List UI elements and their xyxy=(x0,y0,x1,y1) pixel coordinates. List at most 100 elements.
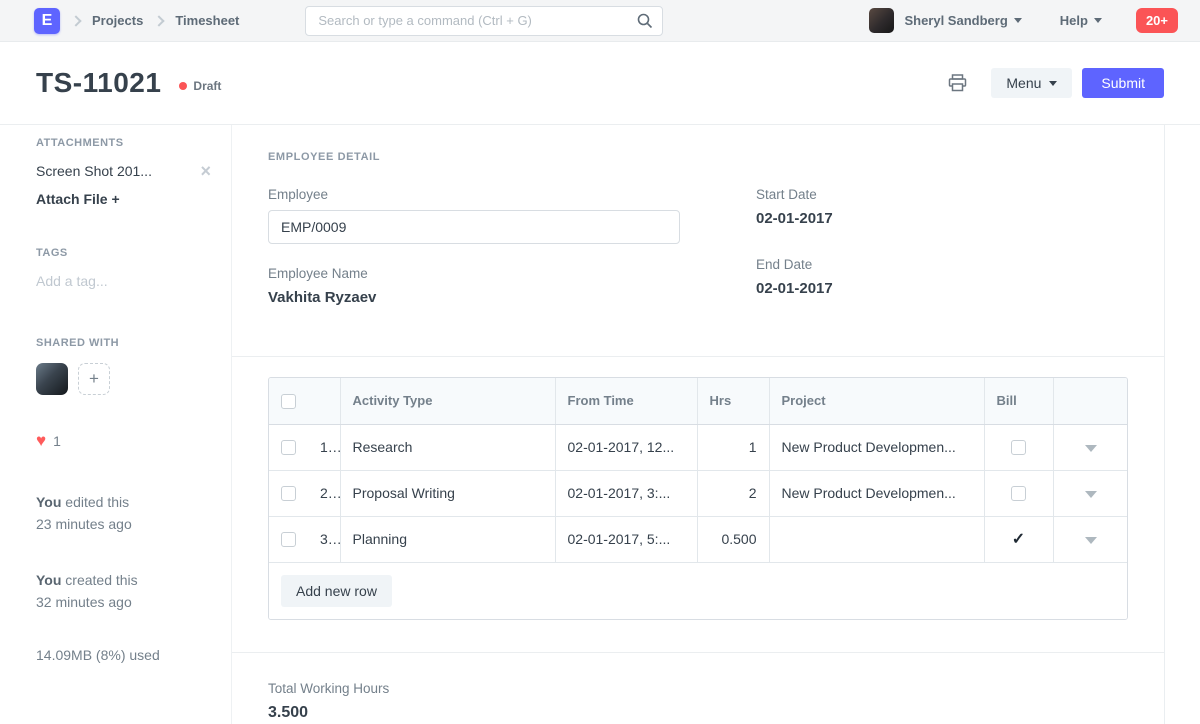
row-expand-icon[interactable] xyxy=(1085,537,1097,544)
employee-input[interactable] xyxy=(268,210,680,244)
start-date-value: 02-01-2017 xyxy=(756,210,1128,227)
activity-time: 32 minutes ago xyxy=(36,594,132,610)
cell-from-time[interactable]: 02-01-2017, 12... xyxy=(555,424,697,470)
row-index: 1 xyxy=(308,424,340,470)
attachments-heading: ATTACHMENTS xyxy=(36,137,211,149)
attachment-link[interactable]: Screen Shot 201... xyxy=(36,163,152,179)
cell-activity-type[interactable]: Planning xyxy=(340,516,555,562)
breadcrumb-timesheet[interactable]: Timesheet xyxy=(175,13,239,28)
cell-project[interactable]: New Product Developmen... xyxy=(769,424,984,470)
bill-checkbox[interactable] xyxy=(1011,440,1026,455)
total-working-hours-label: Total Working Hours xyxy=(268,681,1128,696)
cell-from-time[interactable]: 02-01-2017, 3:... xyxy=(555,470,697,516)
left-column: Employee Employee Name Vakhita Ryzaev xyxy=(268,187,680,328)
top-navbar: E Projects Timesheet Sheryl Sandberg Hel… xyxy=(0,0,1200,42)
column-header-hrs[interactable]: Hrs xyxy=(697,378,769,424)
user-menu[interactable]: Sheryl Sandberg xyxy=(904,13,1007,28)
end-date-field: End Date 02-01-2017 xyxy=(756,257,1128,297)
row-checkbox[interactable] xyxy=(281,532,296,547)
page-header: TS-11021 Draft Menu Submit xyxy=(0,42,1200,125)
table-row[interactable]: 2 Proposal Writing 02-01-2017, 3:... 2 N… xyxy=(269,470,1128,516)
app-logo[interactable]: E xyxy=(34,8,60,34)
page-title: TS-11021 xyxy=(36,67,161,99)
index-column-header xyxy=(308,378,340,424)
field-grid: Employee Employee Name Vakhita Ryzaev St… xyxy=(268,187,1128,328)
sidebar: ATTACHMENTS Screen Shot 201... × Attach … xyxy=(0,125,232,724)
activity-actor: You xyxy=(36,572,61,588)
cell-hrs[interactable]: 2 xyxy=(697,470,769,516)
cell-activity-type[interactable]: Proposal Writing xyxy=(340,470,555,516)
tags-heading: TAGS xyxy=(36,247,211,259)
status-label: Draft xyxy=(193,79,221,93)
header-actions: Menu Submit xyxy=(948,68,1164,98)
start-date-field: Start Date 02-01-2017 xyxy=(756,187,1128,227)
attach-file-button[interactable]: Attach File + xyxy=(36,191,211,207)
row-expand-icon[interactable] xyxy=(1085,491,1097,498)
cell-hrs[interactable]: 1 xyxy=(697,424,769,470)
activity-created: You created this 32 minutes ago xyxy=(36,569,211,613)
column-header-bill[interactable]: Bill xyxy=(984,378,1053,424)
submit-button[interactable]: Submit xyxy=(1082,68,1164,98)
cell-activity-type[interactable]: Research xyxy=(340,424,555,470)
shared-with-row: + xyxy=(36,363,211,395)
heart-icon[interactable]: ♥ xyxy=(36,431,46,451)
employee-name-label: Employee Name xyxy=(268,266,680,281)
column-header-activity-type[interactable]: Activity Type xyxy=(340,378,555,424)
column-header-project[interactable]: Project xyxy=(769,378,984,424)
bill-checkbox[interactable] xyxy=(1011,486,1026,501)
end-date-value: 02-01-2017 xyxy=(756,280,1128,297)
chevron-down-icon xyxy=(1049,81,1057,86)
row-checkbox[interactable] xyxy=(281,440,296,455)
user-avatar[interactable] xyxy=(869,8,894,33)
activity-time: 23 minutes ago xyxy=(36,516,132,532)
activity-actor: You xyxy=(36,494,61,510)
breadcrumb-projects[interactable]: Projects xyxy=(92,13,143,28)
chevron-down-icon xyxy=(1094,18,1102,23)
navbar-right: Sheryl Sandberg Help 20+ xyxy=(869,8,1178,33)
activity-action: edited this xyxy=(61,494,129,510)
cell-from-time[interactable]: 02-01-2017, 5:... xyxy=(555,516,697,562)
row-checkbox[interactable] xyxy=(281,486,296,501)
help-menu[interactable]: Help xyxy=(1060,13,1088,28)
shared-user-avatar[interactable] xyxy=(36,363,68,395)
add-share-button[interactable]: + xyxy=(78,363,110,395)
menu-button-label: Menu xyxy=(1006,75,1041,91)
add-new-row-button[interactable]: Add new row xyxy=(281,575,392,607)
chevron-down-icon xyxy=(1014,18,1022,23)
activity-action: created this xyxy=(61,572,137,588)
status-dot-icon xyxy=(179,82,187,90)
attachment-item: Screen Shot 201... × xyxy=(36,163,211,179)
column-header-from-time[interactable]: From Time xyxy=(555,378,697,424)
select-all-checkbox[interactable] xyxy=(281,394,296,409)
like-count: 1 xyxy=(53,433,61,449)
start-date-label: Start Date xyxy=(756,187,1128,202)
end-date-label: End Date xyxy=(756,257,1128,272)
cell-project[interactable] xyxy=(769,516,984,562)
employee-field: Employee xyxy=(268,187,680,244)
table-header-row: Activity Type From Time Hrs Project Bill xyxy=(269,378,1128,424)
employee-name-value: Vakhita Ryzaev xyxy=(268,289,680,306)
search-input[interactable] xyxy=(305,6,663,36)
table-row[interactable]: 1 Research 02-01-2017, 12... 1 New Produ… xyxy=(269,424,1128,470)
notifications-badge[interactable]: 20+ xyxy=(1136,8,1178,33)
employee-label: Employee xyxy=(268,187,680,202)
activity-edited: You edited this 23 minutes ago xyxy=(36,491,211,535)
remove-attachment-icon[interactable]: × xyxy=(200,165,211,177)
add-tag-input[interactable]: Add a tag... xyxy=(36,273,211,289)
cell-project[interactable]: New Product Developmen... xyxy=(769,470,984,516)
employee-name-field: Employee Name Vakhita Ryzaev xyxy=(268,266,680,306)
row-expand-icon[interactable] xyxy=(1085,445,1097,452)
print-button[interactable] xyxy=(948,74,967,92)
navbar-search xyxy=(305,6,663,36)
employee-detail-section: EMPLOYEE DETAIL Employee Employee Name V… xyxy=(232,125,1164,356)
shared-with-heading: SHARED WITH xyxy=(36,337,211,349)
row-index: 2 xyxy=(308,470,340,516)
cell-hrs[interactable]: 0.500 xyxy=(697,516,769,562)
bill-checked-icon[interactable]: ✓ xyxy=(1012,531,1025,548)
right-column: Start Date 02-01-2017 End Date 02-01-201… xyxy=(756,187,1128,328)
breadcrumb-chevron-icon xyxy=(154,15,165,26)
main-content: EMPLOYEE DETAIL Employee Employee Name V… xyxy=(232,125,1165,724)
section-heading: EMPLOYEE DETAIL xyxy=(268,151,1128,163)
table-row[interactable]: 3 Planning 02-01-2017, 5:... 0.500 ✓ xyxy=(269,516,1128,562)
menu-button[interactable]: Menu xyxy=(991,68,1072,98)
